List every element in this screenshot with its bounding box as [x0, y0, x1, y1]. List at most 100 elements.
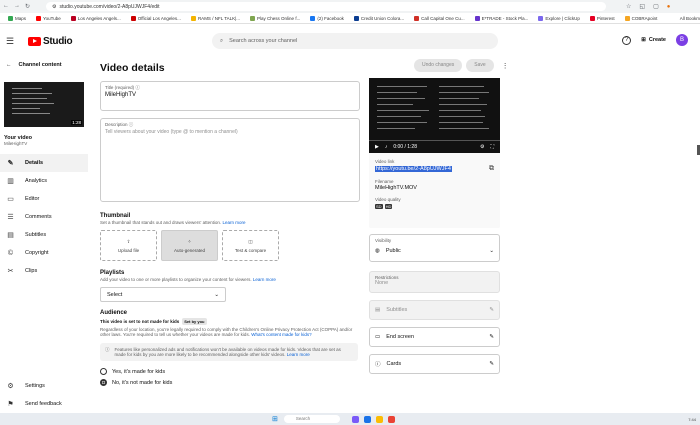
title-field[interactable]: Title (required) ⓘ MileHighTV: [100, 81, 360, 111]
cards-info-icon: ⓘ: [375, 362, 381, 368]
video-player[interactable]: ▶ ♪ 0:00 / 1:28 ⚙ ⛶: [369, 78, 500, 153]
site-info-icon[interactable]: ⚙: [52, 4, 56, 10]
radio-not-made-for-kids[interactable]: No, it's not made for kids: [100, 379, 500, 386]
bookmark-item[interactable]: YouTube: [36, 15, 61, 21]
video-link-label: Video link: [375, 159, 395, 164]
bookmark-icon: [250, 15, 256, 21]
bookmark-item[interactable]: Credit Union Colora...: [353, 15, 404, 21]
back-arrow-icon: ←: [6, 62, 12, 68]
star-icon[interactable]: ☆: [626, 3, 631, 10]
feedback-icon: ⚑: [7, 401, 14, 408]
sidebar-item-comments[interactable]: ☰ Comments: [0, 208, 88, 226]
volume-icon[interactable]: ♪: [385, 144, 388, 150]
sidebar-item-label: Comments: [25, 214, 52, 220]
menu-icon[interactable]: ☰: [6, 36, 16, 47]
studio-logo[interactable]: Studio: [28, 35, 73, 47]
bookmark-item[interactable]: Maps: [8, 15, 26, 21]
test-compare-button[interactable]: ◫ Test & compare: [222, 230, 279, 261]
learn-more-link[interactable]: Learn more: [253, 277, 276, 282]
learn-more-link[interactable]: Learn more: [222, 220, 245, 225]
gear-icon: ⚙: [7, 383, 14, 390]
title-field-value: MileHighTV: [105, 92, 137, 98]
bookmark-item[interactable]: Play Chess Online f...: [250, 15, 300, 21]
taskbar-apps: [351, 415, 395, 423]
profile-icon[interactable]: ●: [667, 4, 671, 10]
create-button[interactable]: ⊞ Create: [641, 37, 666, 43]
end-screen-button[interactable]: ▭ End screen ✎: [369, 327, 500, 347]
playlist-select[interactable]: Select ⌄: [100, 287, 226, 302]
sidebar-item-settings[interactable]: ⚙ Settings: [0, 377, 88, 395]
fullscreen-icon[interactable]: ⛶: [490, 144, 494, 150]
compare-icon: ◫: [248, 238, 253, 244]
info-icon: ⓘ: [128, 122, 134, 127]
avatar[interactable]: B: [676, 34, 688, 46]
bookmark-item[interactable]: RAMS / NFL TALK|...: [190, 15, 240, 21]
all-bookmarks[interactable]: All Bookm: [680, 16, 700, 21]
clips-icon: ✂: [7, 268, 14, 275]
bookmark-item[interactable]: Explore | ClickUp: [538, 15, 580, 21]
more-options-icon[interactable]: ⋮: [502, 62, 509, 70]
sidebar-item-clips[interactable]: ✂ Clips: [0, 262, 88, 280]
taskbar-search[interactable]: Search: [283, 415, 340, 423]
filename-label: Filename: [375, 179, 394, 184]
upload-file-button[interactable]: ⇪ Upload file: [100, 230, 157, 261]
description-field[interactable]: Description ⓘ Tell viewers about your vi…: [100, 118, 360, 202]
save-button[interactable]: Save: [466, 59, 494, 72]
video-duration: 1:28: [71, 120, 82, 125]
address-bar[interactable]: ⚙ studio.youtube.com/video/2-A8pUJWJF4/e…: [46, 2, 606, 11]
extensions-icon[interactable]: ◱: [639, 3, 645, 10]
sidebar-item-details[interactable]: ✎ Details: [0, 154, 88, 172]
back-arrow-icon[interactable]: ←: [3, 3, 9, 10]
channel-name: MileHighTV: [4, 141, 28, 146]
bookmark-item[interactable]: Call Capital One Cu...: [414, 15, 465, 21]
logo-text: Studio: [43, 35, 73, 47]
copy-icon[interactable]: ⧉: [489, 165, 494, 173]
app-icon[interactable]: [363, 415, 371, 423]
video-link[interactable]: https://youtu.be/2-A8pUJWJF4: [375, 166, 452, 172]
settings-icon[interactable]: ⚙: [480, 144, 484, 150]
bookmark-item[interactable]: (2) Facebook: [310, 15, 344, 21]
subtitles-button[interactable]: ▤ Subtitles ✎: [369, 300, 500, 320]
forward-arrow-icon[interactable]: →: [14, 3, 20, 10]
auto-generated-button[interactable]: ✧ Auto-generated: [161, 230, 218, 261]
description-placeholder: Tell viewers about your video (type @ to…: [105, 129, 238, 135]
bookmark-icon: [538, 15, 544, 21]
made-for-kids-link[interactable]: What's content made for kids?: [251, 332, 311, 337]
folder-icon[interactable]: [375, 415, 383, 423]
search-input[interactable]: ⌕ Search across your channel: [212, 33, 498, 49]
sidebar-item-send-feedback[interactable]: ⚑ Send feedback: [0, 395, 88, 413]
sidebar-item-subtitles[interactable]: ▤ Subtitles: [0, 226, 88, 244]
app-icon[interactable]: [351, 415, 359, 423]
sidebar-item-editor[interactable]: ▭ Editor: [0, 190, 88, 208]
player-controls: ▶ ♪ 0:00 / 1:28 ⚙ ⛶: [369, 141, 500, 153]
bookmark-item[interactable]: Pinterest: [589, 15, 615, 21]
bookmark-item[interactable]: E*TRADE - Stock Pla...: [474, 15, 528, 21]
header-actions: ? ⊞ Create B: [622, 34, 688, 46]
sidebar-item-analytics[interactable]: ▥ Analytics: [0, 172, 88, 190]
sidebar-nav: ✎ Details ▥ Analytics ▭ Editor ☰ Comments ▤ Subti…: [0, 154, 88, 280]
bookmark-item[interactable]: COBRApoint: [624, 15, 657, 21]
cards-button[interactable]: ⓘ Cards ✎: [369, 354, 500, 374]
help-icon[interactable]: ?: [622, 35, 632, 45]
bookmark-icon: [414, 15, 420, 21]
undo-changes-button[interactable]: Undo changes: [414, 59, 463, 72]
hd-badge: HD: [384, 204, 393, 209]
visibility-select[interactable]: Visibility ◍ Public ⌄: [369, 234, 500, 262]
radio-button[interactable]: [100, 368, 107, 375]
back-to-channel-content[interactable]: ← Channel content: [0, 58, 88, 72]
reload-icon[interactable]: ↻: [25, 3, 30, 10]
info-icon: ⓘ: [105, 347, 110, 352]
split-icon[interactable]: ▢: [653, 3, 659, 10]
sidebar-item-copyright[interactable]: © Copyright: [0, 244, 88, 262]
sidebar-item-label: Analytics: [25, 178, 48, 184]
chrome-icon[interactable]: [387, 415, 395, 423]
sidebar-bottom: ⚙ Settings ⚑ Send feedback: [0, 377, 88, 413]
learn-more-link[interactable]: Learn more: [287, 352, 310, 357]
bookmark-item[interactable]: Official Los Angeles...: [130, 15, 181, 21]
play-icon[interactable]: ▶: [375, 144, 379, 150]
radio-button-selected[interactable]: [100, 379, 107, 386]
video-thumbnail[interactable]: 1:28: [4, 82, 84, 127]
bookmark-item[interactable]: Los Angeles Angels...: [70, 15, 121, 21]
bookmark-icon: [624, 15, 630, 21]
windows-start-icon[interactable]: ⊞: [272, 415, 278, 423]
